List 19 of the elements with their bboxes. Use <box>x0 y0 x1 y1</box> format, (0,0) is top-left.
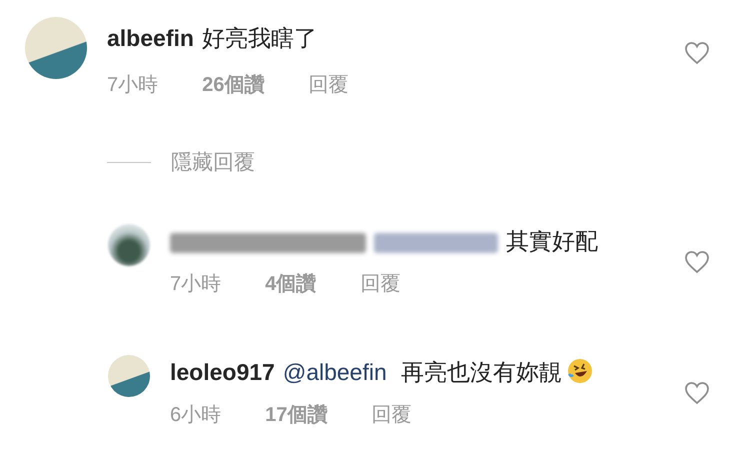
reply-link[interactable]: 回覆 <box>371 401 412 428</box>
like-count[interactable]: 26個讚 <box>202 71 264 98</box>
like-count[interactable]: 4個讚 <box>265 270 316 297</box>
comment-time: 6小時 <box>170 403 222 428</box>
comment-text: albeefin 好亮我瞎了 <box>107 24 318 53</box>
heart-icon[interactable] <box>684 41 710 65</box>
like-count[interactable]: 17個讚 <box>265 401 328 428</box>
comment-text: 其實好配 <box>170 224 620 258</box>
blurred-avatar[interactable] <box>108 224 150 266</box>
hide-replies-link[interactable]: 隱藏回覆 <box>171 148 255 176</box>
comment-text: leoleo917 @albeefin 再亮也沒有妳靚 <box>170 355 620 389</box>
comment-time: 7小時 <box>107 73 158 98</box>
comment-time: 7小時 <box>170 272 222 297</box>
heart-icon[interactable] <box>684 250 710 274</box>
reply-link[interactable]: 回覆 <box>308 71 348 98</box>
laughing-emoji-icon <box>566 357 594 385</box>
heart-icon[interactable] <box>684 381 710 405</box>
reply-link[interactable]: 回覆 <box>360 270 400 297</box>
avatar-photo[interactable] <box>108 355 150 397</box>
